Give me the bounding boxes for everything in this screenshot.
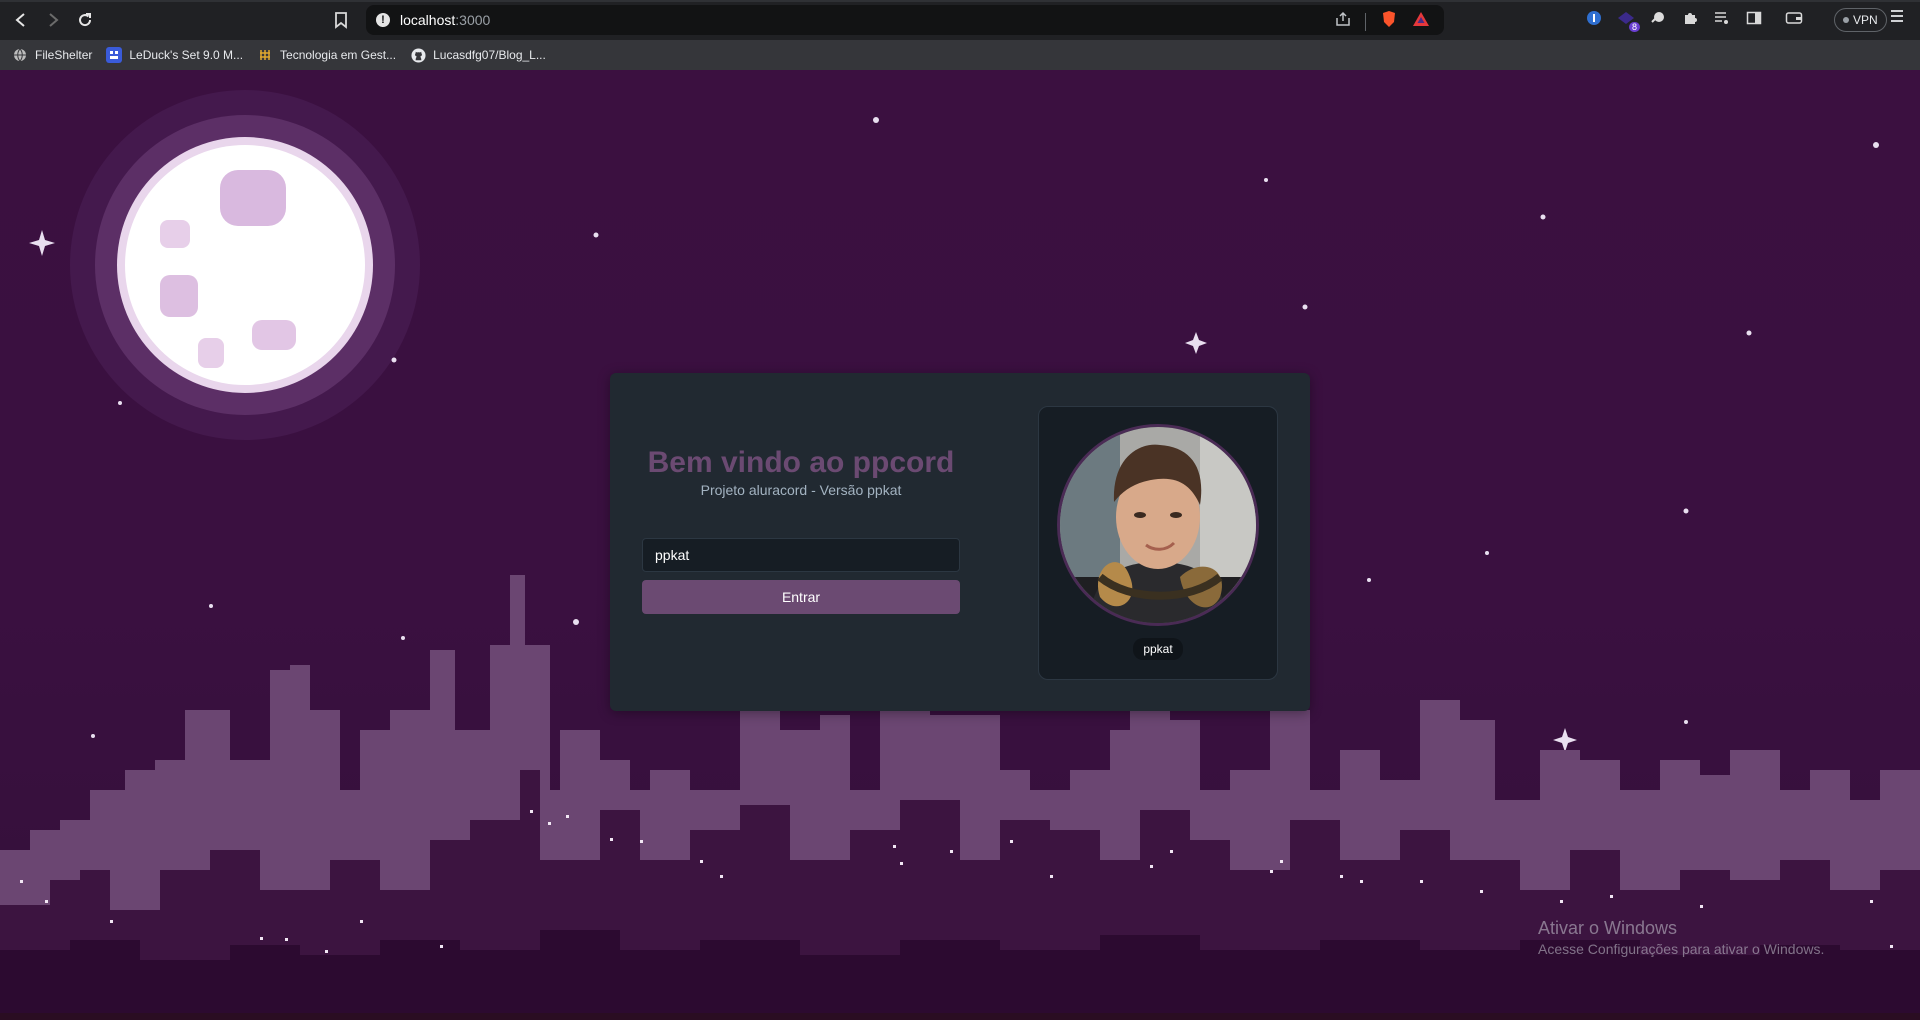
forward-icon[interactable] (42, 9, 64, 31)
login-card: Bem vindo ao ppcord Projeto aluracord - … (610, 373, 1310, 711)
bookmark-icon[interactable] (334, 9, 352, 31)
extension-badge-icon[interactable]: 8 (1616, 8, 1640, 32)
wallet-icon[interactable] (1784, 8, 1804, 28)
omnibox-actions (1335, 10, 1430, 33)
extensions-area: 8 (1584, 8, 1804, 32)
bookmark-fileshelter[interactable]: FileShelter (12, 47, 92, 63)
reload-icon[interactable] (74, 9, 96, 31)
globe-icon (12, 47, 28, 63)
username-input[interactable] (642, 538, 960, 572)
vpn-button[interactable]: VPN (1834, 8, 1887, 32)
page-subtitle: Projeto aluracord - Versão ppkat (700, 482, 902, 498)
set-icon (106, 47, 123, 63)
github-icon (410, 47, 426, 63)
page-background: Bem vindo ao ppcord Projeto aluracord - … (0, 70, 1920, 1020)
profile-panel: ppkat (1038, 406, 1278, 680)
page-title: Bem vindo ao ppcord (647, 446, 955, 479)
bookmark-label: FileShelter (35, 48, 93, 62)
vpn-status-dot (1843, 17, 1849, 23)
extension-key-icon[interactable] (1584, 8, 1604, 28)
extension-ghost-icon[interactable] (1648, 8, 1668, 28)
tab-strip (0, 0, 1920, 2)
bookmarks-bar: FileShelter LeDuck's Set 9.0 M... Tecnol… (0, 40, 1920, 70)
browser-toolbar: ! localhost:3000 8 VPN (0, 0, 1920, 40)
watermark-subtitle: Acesse Configurações para ativar o Windo… (1538, 941, 1825, 957)
enter-button[interactable]: Entrar (642, 580, 960, 614)
share-icon[interactable] (1335, 11, 1351, 32)
bookmark-github[interactable]: Lucasdfg07/Blog_L... (410, 47, 546, 63)
url-host: localhost (400, 12, 456, 28)
extension-badge-count: 8 (1628, 22, 1640, 32)
username-chip: ppkat (1133, 638, 1183, 660)
moon-illustration (70, 90, 420, 440)
bookmark-leduck[interactable]: LeDuck's Set 9.0 M... (106, 47, 243, 63)
watermark-title: Ativar o Windows (1538, 918, 1678, 938)
address-bar[interactable]: ! localhost:3000 (366, 5, 1444, 35)
url-port: :3000 (455, 12, 491, 28)
vpn-label: VPN (1853, 13, 1878, 27)
brave-rewards-icon[interactable] (1412, 10, 1430, 33)
avatar (1057, 424, 1259, 626)
bookmark-label: Tecnologia em Gest... (280, 48, 397, 62)
tech-icon (257, 47, 273, 63)
info-icon[interactable]: ! (376, 13, 390, 27)
divider (1365, 12, 1366, 31)
windows-activation-watermark: Ativar o Windows Acesse Configurações pa… (1538, 918, 1824, 957)
sidebar-icon[interactable] (1744, 8, 1764, 28)
back-icon[interactable] (10, 9, 32, 31)
avatar-photo (1060, 427, 1256, 623)
taskbar (0, 1013, 1920, 1020)
playlist-icon[interactable] (1712, 8, 1732, 28)
bookmark-tecnologia[interactable]: Tecnologia em Gest... (257, 47, 396, 63)
bookmark-label: Lucasdfg07/Blog_L... (433, 48, 546, 62)
puzzle-icon[interactable] (1680, 8, 1700, 28)
menu-icon[interactable] (1890, 9, 1904, 28)
brave-shield-icon[interactable] (1380, 10, 1398, 33)
bookmark-label: LeDuck's Set 9.0 M... (129, 48, 244, 62)
login-form: Bem vindo ao ppcord Projeto aluracord - … (642, 373, 960, 711)
